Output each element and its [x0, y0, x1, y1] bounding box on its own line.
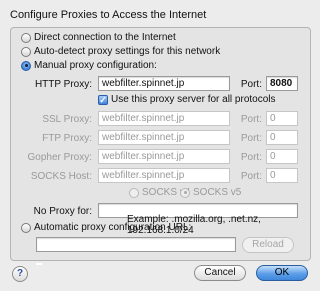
radio-auto-detect-label: Auto-detect proxy settings for this netw…: [34, 46, 221, 57]
radio-auto-config-url[interactable]: Automatic proxy configuration URL:: [21, 222, 191, 233]
help-button[interactable]: ?: [12, 266, 28, 282]
radio-direct-connection[interactable]: Direct connection to the Internet: [21, 32, 176, 43]
ssl-port-input[interactable]: 0: [266, 111, 298, 126]
radio-button[interactable]: [21, 46, 31, 57]
socks-port-label: Port:: [240, 171, 262, 182]
auto-config-url-input[interactable]: [36, 237, 236, 252]
radio-button-selected[interactable]: [180, 187, 190, 198]
no-proxy-label: No Proxy for:: [33, 206, 92, 217]
socks-host-input[interactable]: webfilter.spinnet.jp: [98, 168, 230, 183]
ftp-port-input[interactable]: 0: [266, 130, 298, 145]
radio-manual-proxy[interactable]: Manual proxy configuration:: [21, 60, 157, 71]
ssl-proxy-label: SSL Proxy:: [42, 114, 92, 125]
ftp-proxy-host-input[interactable]: webfilter.spinnet.jp: [98, 130, 230, 145]
ftp-proxy-label: FTP Proxy:: [42, 133, 92, 144]
use-for-all-label: Use this proxy server for all protocols: [111, 94, 276, 105]
ssl-port-label: Port:: [240, 114, 262, 125]
dialog-title: Configure Proxies to Access the Internet: [10, 9, 207, 21]
cancel-button[interactable]: Cancel: [194, 265, 246, 281]
gopher-proxy-label: Gopher Proxy:: [27, 152, 92, 163]
http-proxy-host-input[interactable]: webfilter.spinnet.jp: [98, 76, 230, 91]
socks-host-label: SOCKS Host:: [30, 171, 92, 182]
ok-button[interactable]: OK: [256, 265, 308, 281]
radio-button[interactable]: [21, 32, 31, 43]
ssl-proxy-host-input[interactable]: webfilter.spinnet.jp: [98, 111, 230, 126]
gopher-port-label: Port:: [240, 152, 262, 163]
use-for-all-protocols-checkbox[interactable]: ✓ Use this proxy server for all protocol…: [98, 94, 276, 105]
checkmark-icon[interactable]: ✓: [98, 94, 108, 105]
radio-socks-v5[interactable]: SOCKS v5: [180, 187, 241, 198]
radio-button-selected[interactable]: [21, 60, 31, 71]
http-port-input[interactable]: 8080: [266, 76, 298, 91]
auto-config-label: Automatic proxy configuration URL:: [34, 222, 192, 233]
gopher-port-input[interactable]: 0: [266, 149, 298, 164]
http-proxy-label: HTTP Proxy:: [34, 79, 92, 90]
gopher-proxy-host-input[interactable]: webfilter.spinnet.jp: [98, 149, 230, 164]
reload-button[interactable]: Reload: [242, 237, 294, 253]
http-port-label: Port:: [240, 79, 262, 90]
socks-port-input[interactable]: 0: [266, 168, 298, 183]
radio-auto-detect[interactable]: Auto-detect proxy settings for this netw…: [21, 46, 220, 57]
radio-button[interactable]: [129, 187, 139, 198]
spacer-2: [36, 263, 42, 265]
radio-manual-label: Manual proxy configuration:: [34, 60, 157, 71]
socks-v5-label: SOCKS v5: [193, 187, 242, 198]
ftp-port-label: Port:: [240, 133, 262, 144]
radio-button[interactable]: [21, 222, 31, 233]
radio-direct-label: Direct connection to the Internet: [34, 32, 176, 43]
